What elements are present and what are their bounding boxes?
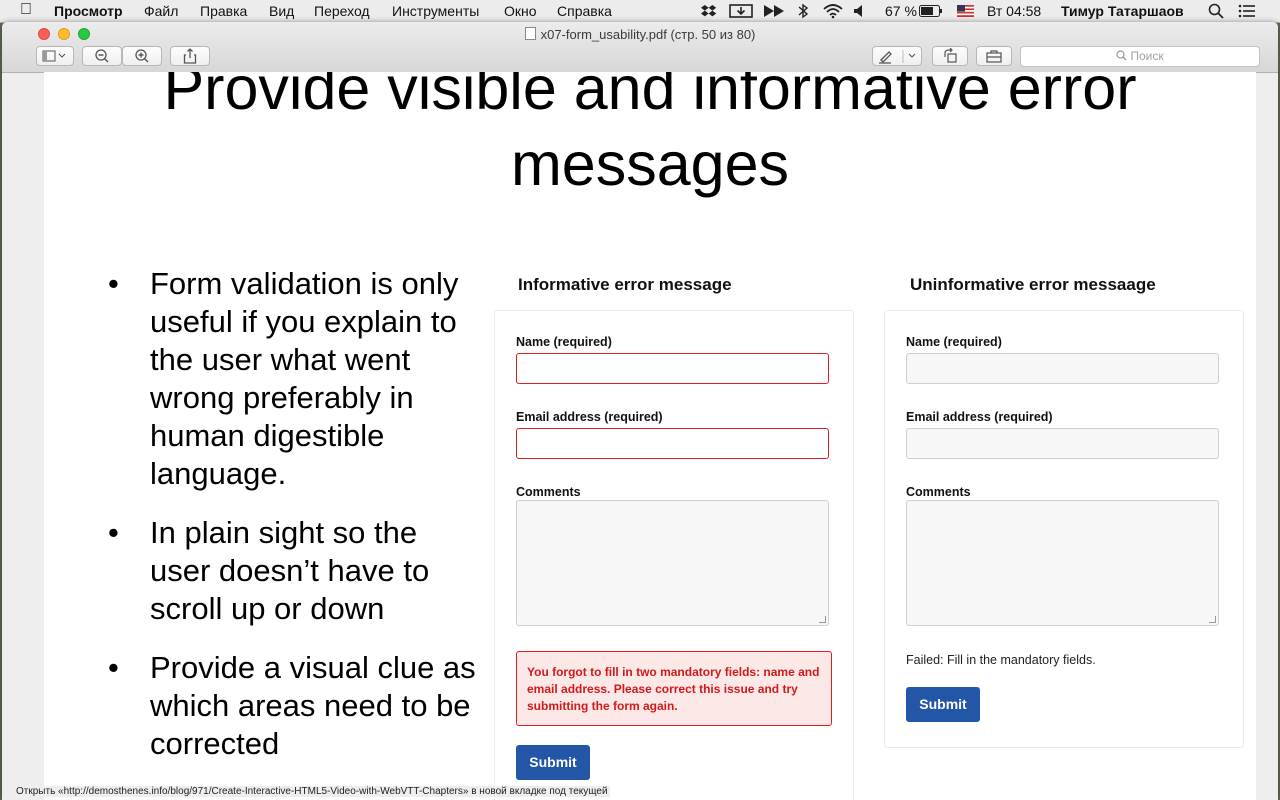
- download-box-icon[interactable]: [729, 3, 753, 19]
- zoom-in-button[interactable]: [122, 46, 162, 66]
- good-email-input[interactable]: [516, 428, 829, 459]
- bullet-item: • Form validation is only useful if you e…: [106, 265, 486, 493]
- good-comments-label: Comments: [516, 485, 581, 499]
- bullet-text: In plain sight so the user doesn’t have …: [150, 515, 430, 626]
- bullet-dot-icon: •: [108, 650, 119, 685]
- menu-help[interactable]: Справка: [557, 3, 612, 19]
- bad-error-message: Failed: Fill in the mandatory fields.: [906, 653, 1096, 667]
- good-submit-button[interactable]: Submit: [516, 745, 590, 780]
- notification-center-icon[interactable]: [1238, 4, 1256, 18]
- link-status-text: Открыть «http://demosthenes.info/blog/97…: [14, 786, 610, 797]
- share-button[interactable]: [170, 46, 210, 66]
- menu-user[interactable]: Тимур Татаршаов: [1061, 3, 1184, 19]
- informative-form-heading: Informative error message: [518, 275, 732, 294]
- menu-file[interactable]: Файл: [144, 3, 178, 19]
- window-titlebar: x07-form_usability.pdf (стр. 50 из 80) П…: [2, 22, 1278, 73]
- pdf-document-icon: [524, 27, 536, 40]
- resize-grip-icon[interactable]: [1209, 616, 1216, 623]
- apple-menu-icon[interactable]: : [20, 1, 32, 19]
- menu-app-name[interactable]: Просмотр: [54, 3, 123, 19]
- zoom-out-icon: [95, 49, 109, 63]
- slide-title: Provide visible and informative error me…: [44, 72, 1256, 202]
- bad-comments-textarea[interactable]: [906, 500, 1219, 626]
- good-comments-textarea[interactable]: [516, 500, 829, 626]
- uninformative-form-heading: Uninformative error messaage: [910, 275, 1156, 294]
- window-title-text: x07-form_usability.pdf (стр. 50 из 80): [540, 27, 756, 42]
- toolbox-icon: [986, 50, 1002, 63]
- search-icon: [1116, 50, 1127, 61]
- good-name-label: Name (required): [516, 335, 612, 349]
- good-error-message: You forgot to fill in two mandatory fiel…: [516, 651, 832, 726]
- good-email-label: Email address (required): [516, 410, 663, 424]
- good-name-input[interactable]: [516, 353, 829, 384]
- menu-edit[interactable]: Правка: [200, 3, 247, 19]
- bad-email-label: Email address (required): [906, 410, 1053, 424]
- bullet-item: • Provide a visual clue as which areas ne…: [106, 649, 486, 763]
- fast-forward-icon[interactable]: [763, 4, 787, 18]
- zoom-in-icon: [135, 49, 149, 63]
- spotlight-search-icon[interactable]: [1208, 3, 1224, 19]
- bluetooth-icon[interactable]: [797, 3, 809, 19]
- bad-comments-label: Comments: [906, 485, 971, 499]
- pdf-page[interactable]: Provide visible and informative error me…: [44, 72, 1256, 800]
- menu-bar:  Просмотр Файл Правка Вид Переход Инстр…: [0, 0, 1280, 23]
- bad-name-input[interactable]: [906, 353, 1219, 384]
- menu-go[interactable]: Переход: [314, 3, 370, 19]
- wifi-icon[interactable]: [822, 3, 844, 19]
- battery-percent: 67 %: [885, 3, 917, 19]
- volume-icon[interactable]: [853, 4, 865, 18]
- bad-submit-button[interactable]: Submit: [906, 687, 980, 722]
- dropbox-icon[interactable]: [701, 4, 717, 18]
- sidebar-icon: [42, 50, 66, 62]
- bad-name-label: Name (required): [906, 335, 1002, 349]
- menu-window[interactable]: Окно: [504, 3, 537, 19]
- menu-tools[interactable]: Инструменты: [392, 3, 479, 19]
- bullet-list: • Form validation is only useful if you e…: [106, 265, 486, 784]
- battery-icon[interactable]: [919, 5, 943, 17]
- pen-icon: [879, 50, 916, 64]
- menu-clock[interactable]: Вт 04:58: [987, 3, 1041, 19]
- bullet-text: Provide a visual clue as which areas nee…: [150, 650, 476, 761]
- slide-title-line-1: Provide visible and informative error: [163, 72, 1137, 122]
- window-title: x07-form_usability.pdf (стр. 50 из 80): [2, 27, 1278, 42]
- resize-grip-icon[interactable]: [819, 616, 826, 623]
- us-flag-icon[interactable]: [957, 5, 974, 17]
- bullet-text: Form validation is only useful if you ex…: [150, 266, 459, 491]
- slide-title-line-2: messages: [510, 130, 789, 198]
- bullet-dot-icon: •: [108, 515, 119, 550]
- zoom-out-button[interactable]: [82, 46, 122, 66]
- markup-toolbar-button[interactable]: [872, 46, 922, 66]
- rotate-icon: [944, 47, 957, 63]
- rotate-button[interactable]: [932, 46, 968, 66]
- search-placeholder: Поиск: [1130, 49, 1164, 63]
- menu-view[interactable]: Вид: [269, 3, 294, 19]
- sidebar-toggle-button[interactable]: [36, 46, 74, 66]
- bad-email-input[interactable]: [906, 428, 1219, 459]
- bullet-item: • In plain sight so the user doesn’t have…: [106, 514, 486, 628]
- bullet-dot-icon: •: [108, 266, 119, 301]
- search-field[interactable]: Поиск: [1020, 46, 1260, 67]
- toolbox-button[interactable]: [976, 46, 1012, 66]
- preview-window: x07-form_usability.pdf (стр. 50 из 80) П…: [2, 22, 1278, 800]
- share-icon: [183, 48, 197, 64]
